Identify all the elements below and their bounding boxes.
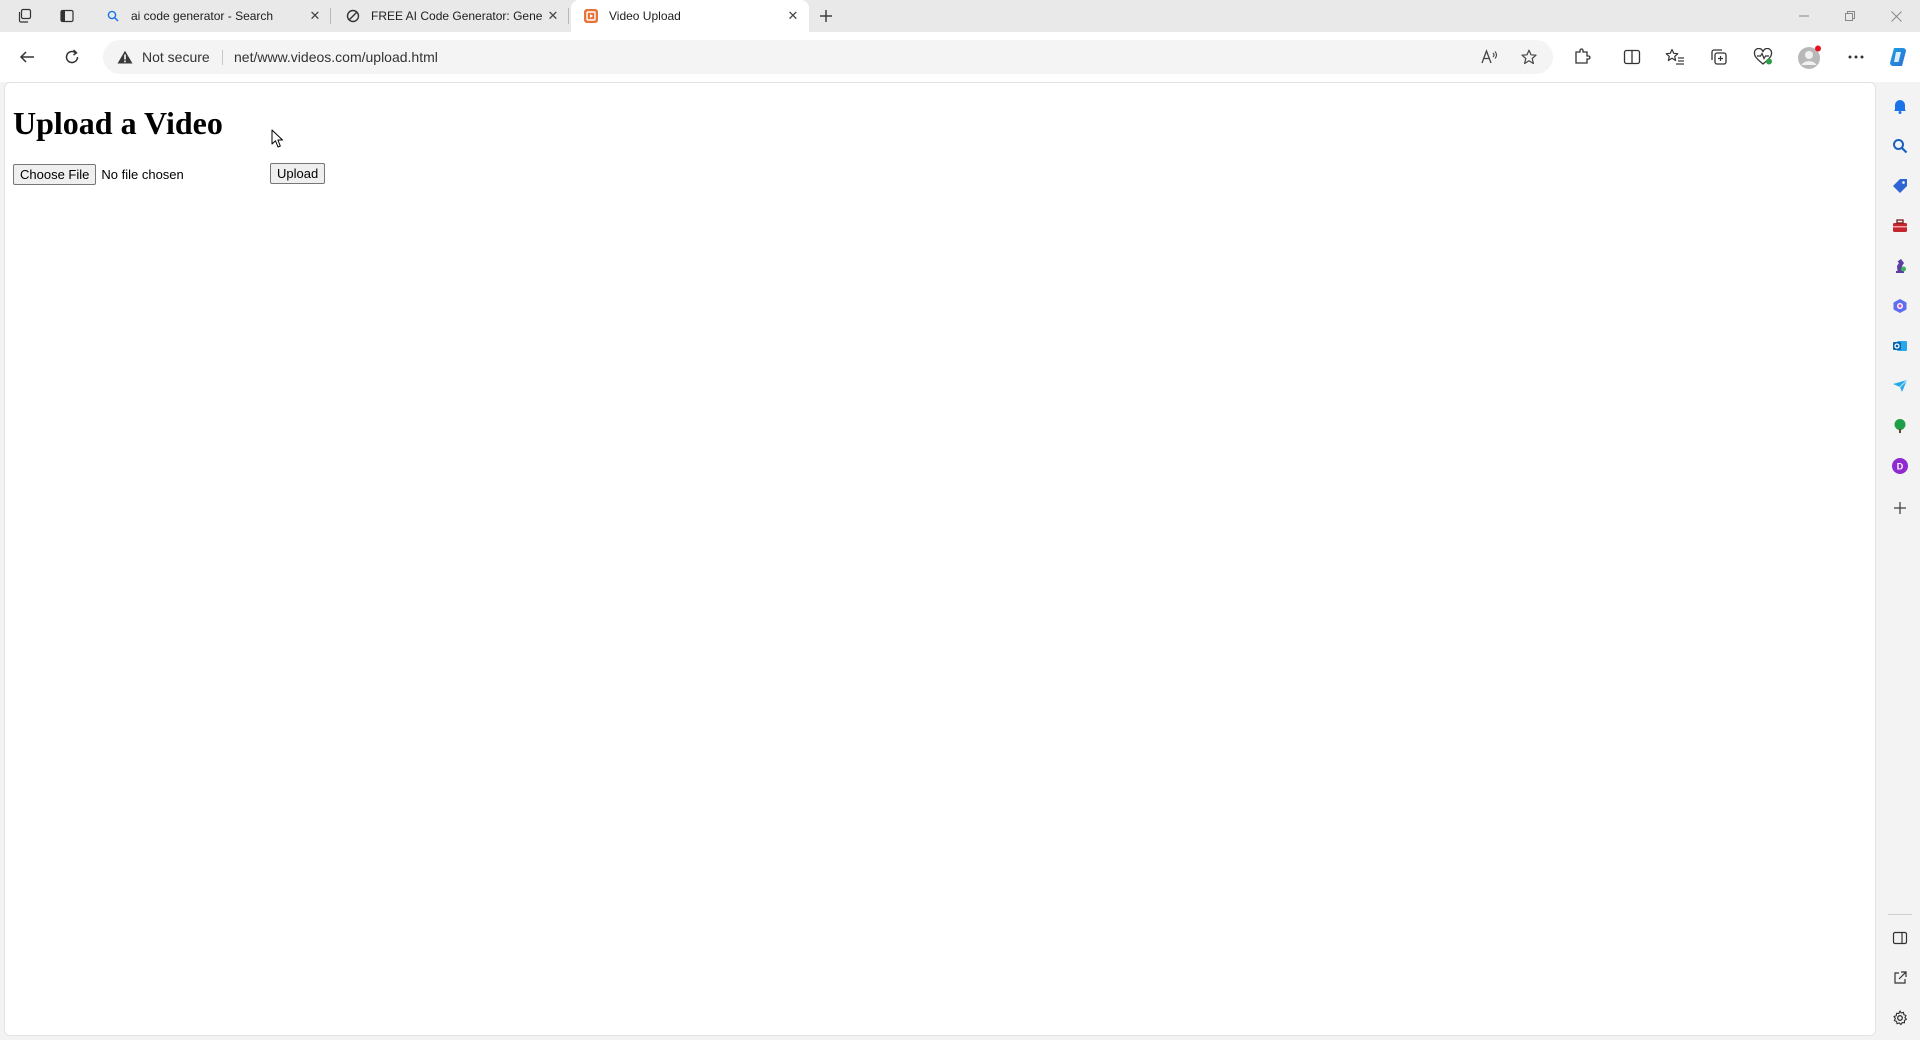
restore-button[interactable]: [1827, 0, 1873, 32]
back-arrow-icon: [19, 51, 34, 63]
new-tab-button[interactable]: [809, 2, 843, 30]
extensions-button[interactable]: [1566, 41, 1598, 73]
settings-more-button[interactable]: [1840, 41, 1872, 73]
tab-title: Video Upload: [609, 9, 681, 23]
sidebar-settings-button[interactable]: [1886, 1004, 1914, 1032]
read-aloud-button[interactable]: [1477, 45, 1503, 69]
star-icon: [1521, 49, 1537, 65]
collections-button[interactable]: [1703, 41, 1735, 73]
close-icon: [1890, 10, 1902, 22]
hide-sidebar-button[interactable]: [1886, 924, 1914, 952]
tab-ai-code-search[interactable]: ai code generator - Search ✕: [93, 0, 331, 32]
avatar-icon: [1798, 45, 1821, 69]
outlook-button[interactable]: [1886, 332, 1914, 360]
tab-ai-code-generator[interactable]: FREE AI Code Generator: Genera ✕: [333, 0, 569, 32]
favorite-star-button[interactable]: [1516, 45, 1542, 69]
microsoft-365-button[interactable]: [1886, 292, 1914, 320]
site-info-button[interactable]: Not secure: [117, 40, 210, 74]
chess-icon: [1896, 259, 1906, 273]
back-button[interactable]: [10, 40, 44, 74]
heart-pulse-icon: [1753, 48, 1773, 65]
shopping-button[interactable]: [1886, 172, 1914, 200]
copilot-icon: [1890, 48, 1906, 66]
edge-sidebar: D: [1880, 82, 1920, 1040]
svg-text:D: D: [1897, 462, 1904, 472]
games-button[interactable]: [1886, 252, 1914, 280]
browser-essentials-button[interactable]: [1747, 41, 1779, 73]
favorites-button[interactable]: [1659, 41, 1691, 73]
vertical-tabs-button[interactable]: [50, 2, 84, 30]
puzzle-icon: [1575, 48, 1591, 64]
refresh-button[interactable]: [55, 40, 89, 74]
close-tab-icon[interactable]: ✕: [783, 6, 803, 26]
notifications-button[interactable]: [1886, 92, 1914, 120]
warning-icon: [117, 50, 133, 64]
choose-file-button[interactable]: Choose File: [13, 163, 97, 185]
bell-icon: [1894, 100, 1906, 114]
minimize-icon: [1799, 15, 1809, 17]
add-icon: [1894, 502, 1906, 514]
tab-title: ai code generator - Search: [131, 9, 274, 23]
security-label: Not secure: [142, 49, 210, 65]
designer-button[interactable]: D: [1886, 452, 1914, 480]
browser-toolbar: Not secure net/www.videos.com/upload.htm…: [0, 32, 1920, 82]
split-screen-icon: [1623, 49, 1641, 65]
mouse-cursor-icon: [271, 129, 283, 148]
web-content: Upload a Video Choose File No file chose…: [4, 82, 1876, 1036]
file-input[interactable]: Choose File No file chosen: [13, 163, 184, 185]
tree-icon: [1894, 419, 1906, 433]
add-sidebar-app-button[interactable]: [1886, 494, 1914, 522]
code-generator-icon: [345, 8, 361, 24]
outlook-icon: [1893, 341, 1907, 351]
office-icon: [1893, 299, 1907, 313]
upload-button[interactable]: Upload: [270, 163, 326, 184]
split-screen-button[interactable]: [1616, 41, 1648, 73]
open-in-window-button[interactable]: [1886, 964, 1914, 992]
tab-actions-icon: [60, 9, 74, 23]
page-title: Upload a Video: [13, 105, 223, 141]
settings-icon: [1893, 1010, 1908, 1026]
close-tab-icon[interactable]: ✕: [305, 6, 325, 26]
tab-title: FREE AI Code Generator: Genera: [371, 9, 543, 23]
address-divider: [222, 50, 223, 65]
minimize-button[interactable]: [1781, 0, 1827, 32]
search-icon: [105, 8, 121, 24]
refresh-icon: [65, 49, 79, 64]
sidebar-divider: [1888, 914, 1912, 915]
profile-button[interactable]: [1794, 41, 1826, 73]
split-screen-icon: [1892, 931, 1908, 945]
sidebar-search-button[interactable]: [1886, 132, 1914, 160]
tab-video-upload[interactable]: Video Upload ✕: [571, 0, 809, 32]
close-window-button[interactable]: [1873, 0, 1919, 32]
tab-strip: ai code generator - Search ✕ FREE AI Cod…: [0, 0, 1920, 32]
shopping-tag-icon: [1893, 179, 1907, 193]
url-text[interactable]: net/www.videos.com/upload.html: [234, 40, 438, 74]
designer-icon: D: [1892, 458, 1908, 474]
workspaces-button[interactable]: [8, 2, 42, 30]
drop-button[interactable]: [1886, 372, 1914, 400]
send-icon: [1893, 379, 1908, 392]
copilot-button[interactable]: [1882, 41, 1914, 73]
tools-button[interactable]: [1886, 212, 1914, 240]
video-upload-icon: [583, 8, 599, 24]
workspaces-icon: [18, 8, 32, 23]
tree-app-button[interactable]: [1886, 412, 1914, 440]
more-options-icon: [1848, 55, 1864, 59]
read-aloud-icon: [1481, 49, 1498, 64]
favorites-icon: [1665, 48, 1684, 65]
file-status-text: No file chosen: [101, 166, 184, 182]
plus-icon: [820, 10, 832, 22]
search-icon: [1893, 139, 1908, 154]
restore-icon: [1845, 11, 1855, 21]
toolbox-icon: [1893, 219, 1907, 232]
external-link-icon: [1894, 971, 1907, 984]
collections-icon: [1711, 49, 1727, 65]
close-tab-icon[interactable]: ✕: [543, 6, 563, 26]
address-bar[interactable]: Not secure net/www.videos.com/upload.htm…: [103, 40, 1553, 74]
